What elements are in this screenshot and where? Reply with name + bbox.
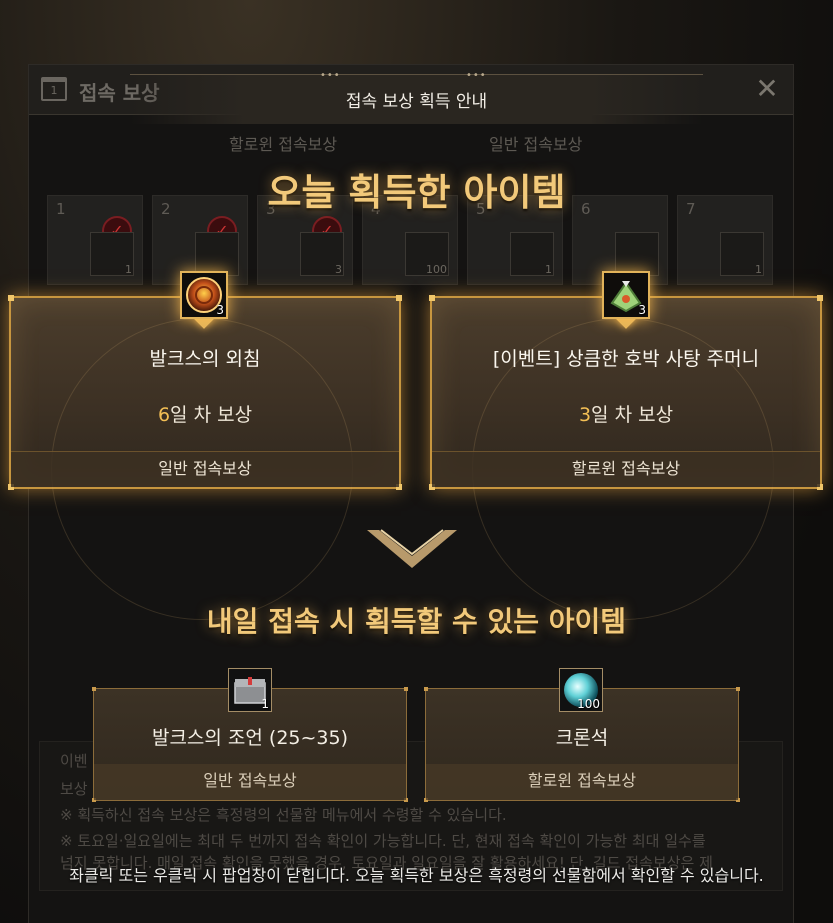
- item-quantity: 3: [216, 303, 224, 317]
- popup-header: ••• ••• 접속 보상 획득 안내: [130, 70, 703, 124]
- valks-advice-chest-icon[interactable]: 1: [228, 668, 272, 712]
- item-name: [이벤트] 상큼한 호박 사탕 주머니: [492, 348, 760, 370]
- popup-footer-note: 좌클릭 또는 우클릭 시 팝업창이 닫힙니다. 오늘 획득한 보상은 흑정령의 …: [69, 866, 764, 885]
- close-icon[interactable]: ✕: [753, 75, 781, 103]
- item-quantity: 3: [335, 263, 342, 276]
- card-corner: [8, 295, 14, 301]
- item-name: 발크스의 조언 (25~35): [151, 727, 349, 749]
- card-corner: [736, 687, 740, 691]
- notice-line: 이벤: [60, 752, 88, 770]
- day-suffix: 일 차 보상: [170, 404, 253, 426]
- day-suffix: 일 차 보상: [591, 404, 674, 426]
- candy-pouch-icon[interactable]: 3: [602, 271, 650, 319]
- today-items-title: 오늘 획득한 아이템: [267, 171, 566, 214]
- day-number: 3: [578, 404, 592, 426]
- card-corner: [404, 687, 408, 691]
- item-quantity: 1: [125, 263, 132, 276]
- item-quantity: 1: [545, 263, 552, 276]
- notice-line: ※ 토요일·일요일에는 최대 두 번까지 접속 확인이 가능합니다. 단, 현재…: [60, 832, 706, 850]
- item-quantity: 1: [261, 697, 269, 711]
- valks-cry-icon[interactable]: 3: [180, 271, 228, 319]
- tab-halloween[interactable]: 할로윈 접속보상: [229, 131, 337, 155]
- reward-category: 할로윈 접속보상: [426, 764, 738, 800]
- item-quantity: 1: [755, 263, 762, 276]
- notice-line: ※ 획득하신 접속 보상은 흑정령의 선물함 메뉴에서 수령할 수 있습니다.: [60, 806, 507, 824]
- item-quantity: 100: [426, 263, 447, 276]
- day-number: 6: [157, 404, 171, 426]
- reward-category: 일반 접속보상: [94, 764, 406, 800]
- chevron-down-icon: [367, 529, 457, 568]
- popup-title: 접속 보상 획득 안내: [345, 92, 488, 112]
- card-corner: [424, 687, 428, 691]
- reward-category: 할로윈 접속보상: [432, 451, 820, 487]
- card-corner: [396, 295, 402, 301]
- tomorrow-items-title: 내일 접속 시 획득할 수 있는 아이템: [206, 605, 627, 638]
- reward-day: 6일 차 보상: [11, 400, 399, 427]
- tab-normal[interactable]: 일반 접속보상: [489, 131, 582, 155]
- item-slot: [615, 232, 659, 276]
- card-corner: [92, 687, 96, 691]
- item-quantity: 3: [638, 303, 646, 317]
- item-name: 발크스의 외침: [149, 348, 261, 370]
- card-corner: [429, 295, 435, 301]
- item-slot: [195, 232, 239, 276]
- item-name: 크론석: [555, 727, 609, 749]
- reward-day: 3일 차 보상: [432, 400, 820, 427]
- decor-dots: •••: [466, 70, 487, 81]
- decor-dots: •••: [320, 70, 341, 81]
- reward-category: 일반 접속보상: [11, 451, 399, 487]
- calendar-icon: 1: [41, 77, 67, 101]
- notice-line: 보상: [60, 780, 88, 798]
- cron-stone-icon[interactable]: 100: [559, 668, 603, 712]
- item-quantity: 100: [577, 697, 600, 711]
- card-corner: [817, 295, 823, 301]
